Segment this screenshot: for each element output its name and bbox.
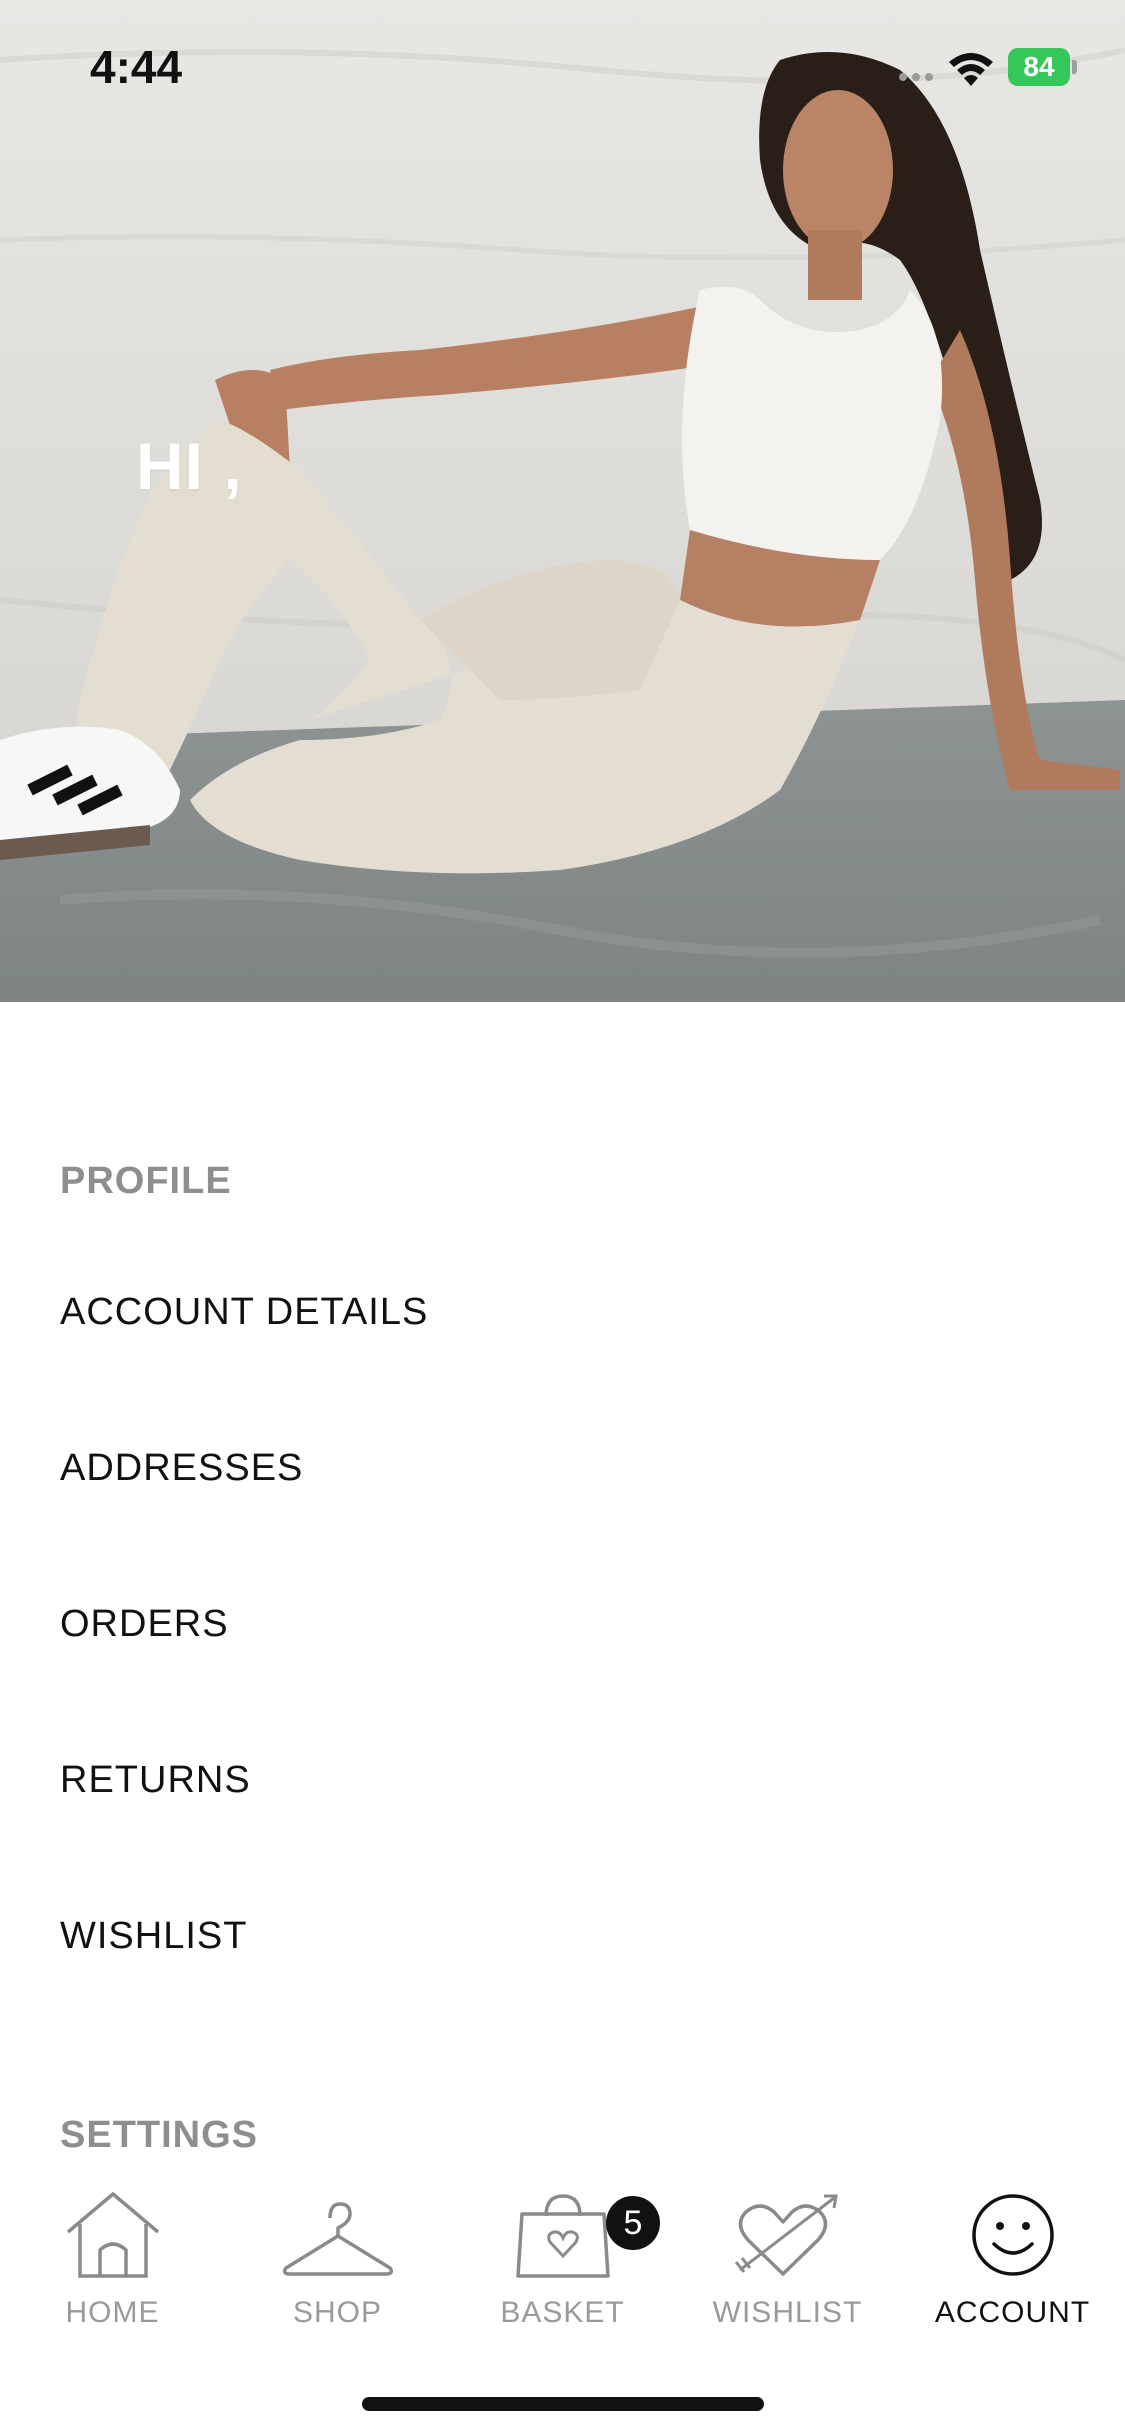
profile-heading: PROFILE [60, 1160, 232, 1202]
menu-item-wishlist[interactable]: WISHLIST [60, 1886, 1065, 1986]
heart-arrow-icon [734, 2194, 838, 2276]
tab-shop[interactable]: SHOP [225, 2190, 450, 2340]
status-bar: 4:44 84 [0, 0, 1125, 132]
battery-indicator: 84 [1008, 48, 1077, 86]
menu-item-returns[interactable]: RETURNS [60, 1730, 1065, 1830]
hanger-icon [282, 2202, 393, 2276]
battery-level: 84 [1023, 51, 1055, 82]
tab-home[interactable]: HOME [0, 2190, 225, 2340]
greeting-text: HI , [136, 429, 243, 503]
house-icon [66, 2192, 159, 2278]
menu-item-orders[interactable]: ORDERS [60, 1574, 1065, 1674]
tab-wishlist-label: WISHLIST [712, 2296, 863, 2329]
tab-account-label: ACCOUNT [934, 2296, 1091, 2329]
tab-account[interactable]: ACCOUNT [900, 2190, 1125, 2340]
basket-count-badge: 5 [606, 2196, 660, 2250]
tab-home-label: HOME [65, 2296, 160, 2329]
menu-item-addresses[interactable]: ADDRESSES [60, 1418, 1065, 1518]
menu-item-account-details[interactable]: ACCOUNT DETAILS [60, 1262, 1065, 1362]
tab-shop-label: SHOP [292, 2296, 383, 2329]
signal-dots-icon [899, 73, 933, 81]
tab-basket-label: BASKET [500, 2296, 625, 2329]
account-screen: HI , 4:44 84 PROFILE ACCOUNT DETAILS ADD… [0, 0, 1125, 2436]
smiley-icon [971, 2194, 1054, 2276]
settings-heading: SETTINGS [60, 2114, 259, 2156]
battery-cap [1072, 60, 1077, 74]
home-indicator [362, 2397, 764, 2411]
tab-wishlist[interactable]: WISHLIST [675, 2190, 900, 2340]
bag-heart-icon [515, 2194, 610, 2278]
status-time: 4:44 [90, 41, 183, 93]
wifi-icon [949, 53, 993, 86]
hero-banner: HI , [0, 0, 1125, 1002]
